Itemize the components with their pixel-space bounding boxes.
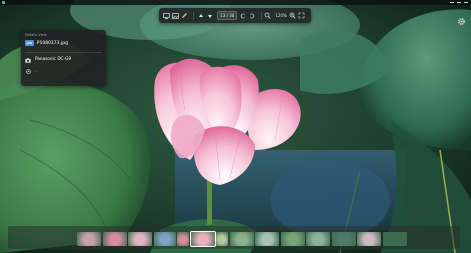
camera-info: Panasonic DC-G9 xyxy=(35,56,71,62)
rotate-right-icon[interactable] xyxy=(248,11,255,20)
camera-model: Panasonic DC-G9 xyxy=(35,56,72,61)
filmstrip-thumbnail[interactable] xyxy=(77,232,101,246)
previous-icon[interactable] xyxy=(197,11,204,20)
filmstrip-thumbnail[interactable] xyxy=(331,232,356,246)
filmstrip-thumbnail[interactable] xyxy=(128,232,152,246)
file-name[interactable]: P1080173.jpg xyxy=(37,41,68,46)
info-panel: Details View JPG P1080173.jpg Panasonic … xyxy=(21,30,106,86)
fullscreen-icon[interactable] xyxy=(298,11,305,20)
next-icon[interactable] xyxy=(206,11,213,20)
filmstrip-thumbnail[interactable] xyxy=(280,232,305,246)
photo-viewer: 13 / 30 120% Details View JPG P1080173.j… xyxy=(0,0,471,253)
slideshow-icon[interactable] xyxy=(163,11,170,20)
zoom-out-icon[interactable] xyxy=(264,11,271,20)
file-row: JPG P1080173.jpg xyxy=(25,40,102,46)
gallery-icon[interactable] xyxy=(172,11,179,20)
rotate-left-icon[interactable] xyxy=(239,11,246,20)
minimize-icon[interactable] xyxy=(450,2,454,3)
zoom-in-icon[interactable] xyxy=(289,11,296,20)
toolbar-divider xyxy=(260,11,262,20)
maximize-icon[interactable] xyxy=(457,2,461,3)
filmstrip-thumbnail[interactable] xyxy=(216,232,228,246)
filmstrip-thumbnail[interactable] xyxy=(229,232,254,246)
filmstrip-thumbnail[interactable] xyxy=(357,232,381,246)
panel-divider xyxy=(25,52,102,53)
file-type-badge: JPG xyxy=(25,40,34,46)
filmstrip-thumbnail[interactable] xyxy=(306,232,330,246)
settings-gear-icon[interactable] xyxy=(457,11,466,25)
filmstrip-thumbnail[interactable] xyxy=(255,232,279,246)
filmstrip-thumbnail[interactable] xyxy=(153,232,176,246)
viewer-toolbar: 13 / 30 120% xyxy=(159,8,311,23)
panel-title: Details View xyxy=(25,33,47,37)
thumbnail-strip xyxy=(77,231,407,247)
exposure-row xyxy=(25,67,102,74)
app-icon xyxy=(2,1,5,4)
filmstrip-thumbnail[interactable] xyxy=(102,232,127,246)
exposure-icon xyxy=(25,68,31,74)
filmstrip-thumbnail[interactable] xyxy=(189,231,216,247)
camera-row: Panasonic DC-G9 xyxy=(25,56,102,63)
filmstrip-thumbnail[interactable] xyxy=(177,232,189,246)
window-titlebar xyxy=(0,0,471,5)
exposure-settings xyxy=(34,69,38,72)
close-icon[interactable] xyxy=(464,2,468,3)
filmstrip-thumbnail[interactable] xyxy=(382,232,407,246)
zoom-level: 120% xyxy=(275,13,287,18)
camera-icon xyxy=(25,57,31,63)
toolbar-divider xyxy=(193,11,195,20)
image-counter[interactable]: 13 / 30 xyxy=(217,11,238,20)
edit-icon[interactable] xyxy=(181,11,188,20)
window-controls xyxy=(450,0,468,5)
